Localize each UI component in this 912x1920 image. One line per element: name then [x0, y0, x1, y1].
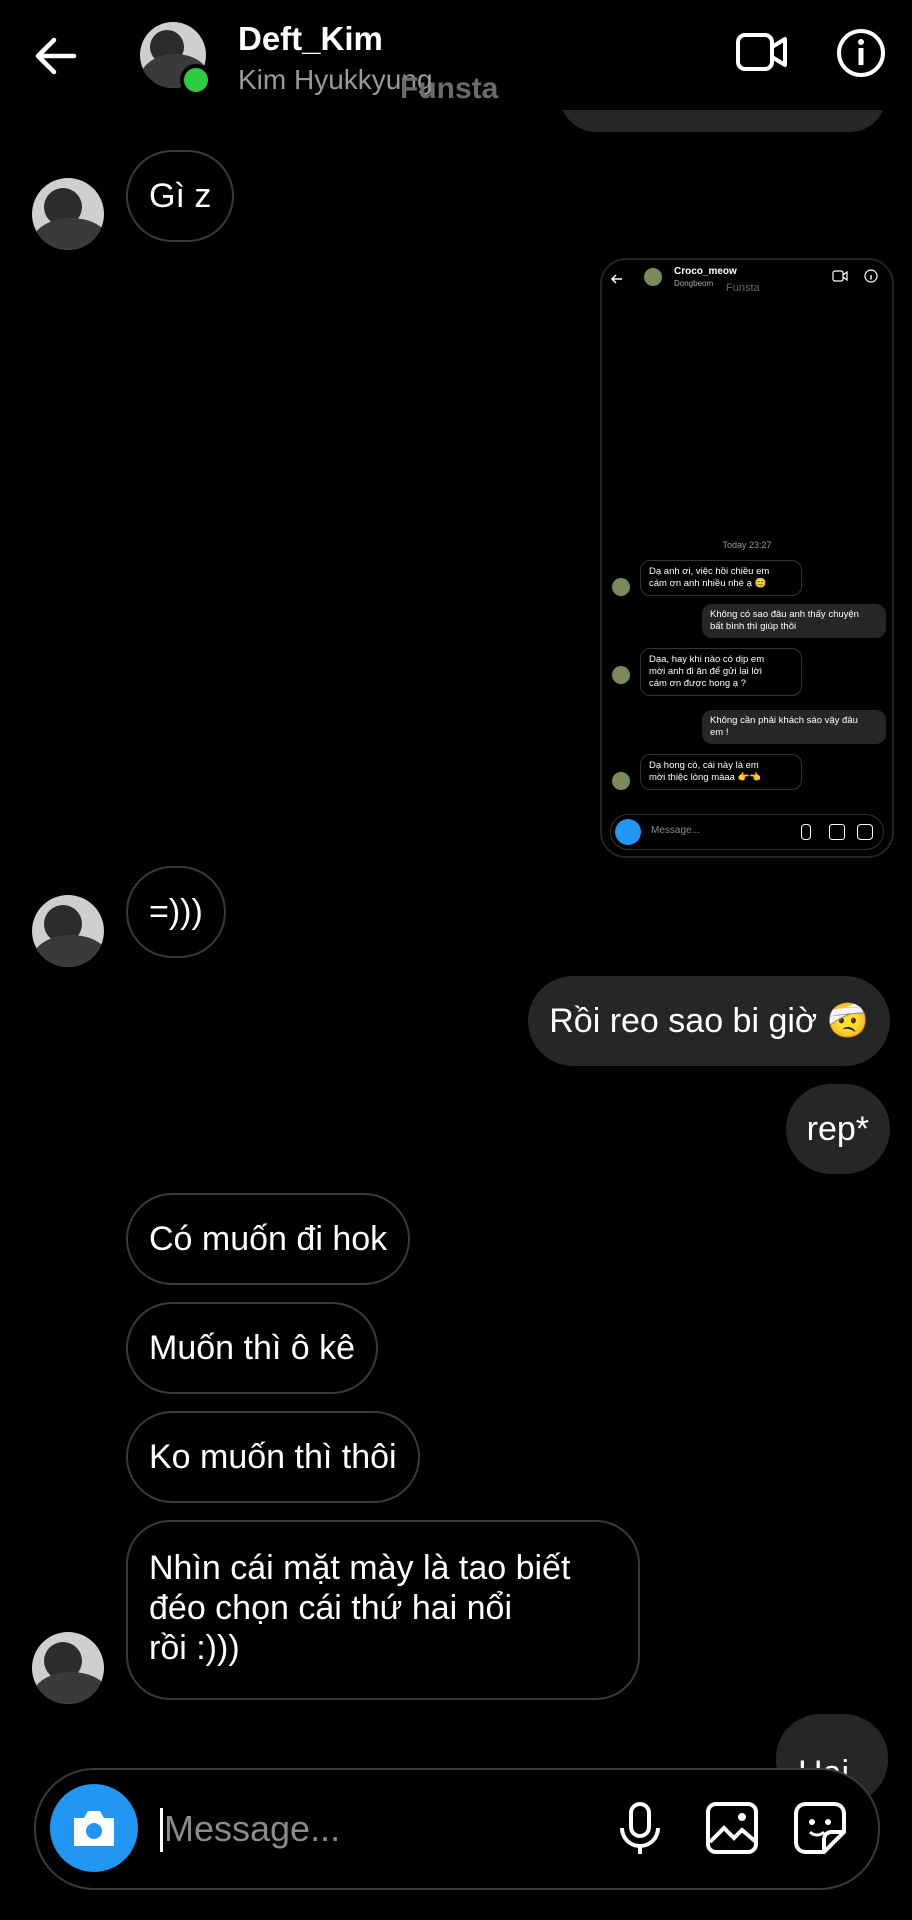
contact-name[interactable]: Deft_Kim — [238, 20, 383, 58]
message-line: đéo chọn cái thứ hai nổi — [149, 1589, 513, 1627]
message-line: rồi :))) — [149, 1629, 240, 1667]
message-bubble[interactable]: rep* — [785, 1084, 890, 1174]
message-bubble[interactable]: Muốn thì ô kê — [126, 1302, 379, 1394]
contact-name: Croco_meow — [674, 266, 737, 277]
message-input: Message... — [651, 825, 700, 836]
mini-message-line: cám ơn anh nhiều nhé ạ 😊 — [649, 578, 767, 589]
contact-avatar — [644, 268, 662, 286]
composer-bar: Message... — [34, 1768, 880, 1890]
mini-message-line: Dạa, hay khi nào có dịp em — [649, 654, 765, 665]
message-input[interactable]: Message... — [164, 1808, 340, 1850]
mini-sender-avatar — [612, 772, 630, 790]
message-bubble[interactable]: =))) — [126, 866, 226, 958]
camera-button[interactable] — [50, 1784, 138, 1872]
overlay-watermark: Funsta — [726, 282, 760, 294]
mini-message-bubble: Dạ hong có, cái này là em mời thiệc lòng … — [640, 754, 802, 790]
mini-message-bubble: Không có sao đâu anh thấy chuyện bất bình… — [702, 604, 886, 638]
mini-message-bubble: Dạa, hay khi nào có dịp em mời anh đi ăn … — [640, 648, 802, 696]
back-arrow-icon[interactable] — [30, 30, 82, 82]
online-status-dot — [180, 64, 212, 96]
shared-screenshot[interactable]: Croco_meow Dongbeom Funsta Today 23:27 D… — [600, 258, 894, 858]
composer-bar: Message... — [610, 814, 884, 850]
mini-message-line: em ! — [710, 727, 729, 738]
mini-message-bubble: Dạ anh ơi, việc hồi chiều em cám ơn anh n… — [640, 560, 802, 596]
message-bubble[interactable]: Có muốn đi hok — [126, 1193, 411, 1285]
message-line: Nhìn cái mặt mày là tao biết — [149, 1549, 571, 1587]
message-bubble[interactable]: Ko muốn thì thôi — [126, 1411, 420, 1503]
mini-sender-avatar — [612, 666, 630, 684]
video-call-icon[interactable] — [735, 30, 789, 74]
mic-icon — [801, 824, 811, 840]
sender-avatar — [32, 1632, 104, 1704]
info-icon — [864, 269, 878, 283]
mini-message-line: bất bình thì giúp thôi — [710, 621, 797, 632]
mini-message-bubble: Không cần phải khách sáo vậy đâu em ! — [702, 710, 886, 744]
mini-message-line: mời anh đi ăn để gửi lại lời — [649, 666, 762, 677]
mini-sender-avatar — [612, 578, 630, 596]
back-arrow-icon — [610, 274, 622, 284]
overlay-watermark: Funsta — [400, 72, 499, 105]
chat-header: Deft_Kim Kim Hyukkyung Funsta — [0, 0, 912, 110]
sender-avatar — [32, 895, 104, 967]
gallery-icon[interactable] — [704, 1800, 760, 1856]
mini-message-line: Dạ anh ơi, việc hồi chiều em — [649, 566, 770, 577]
mini-message-line: Không cần phải khách sáo vậy đâu — [710, 715, 858, 726]
camera-icon — [74, 1811, 114, 1846]
message-bubble-multiline[interactable]: Nhìn cái mặt mày là tao biết đéo chọn cá… — [126, 1520, 640, 1700]
mini-message-line: Dạ hong có, cái này là em — [649, 760, 759, 771]
message-bubble[interactable]: Gì z — [126, 150, 235, 242]
microphone-icon[interactable] — [612, 1800, 668, 1856]
mini-message-line: mời thiệc lòng màaa 👉👈 — [649, 772, 762, 783]
gallery-icon — [829, 824, 845, 840]
timestamp: Today 23:27 — [722, 540, 772, 550]
message-bubble[interactable]: Rồi reo sao bi giờ 🤕 — [528, 976, 890, 1066]
sticker-icon[interactable] — [792, 1800, 848, 1856]
contact-username: Dongbeom — [674, 279, 714, 288]
text-caret — [160, 1808, 163, 1852]
mini-message-line: Không có sao đâu anh thấy chuyện — [710, 609, 859, 620]
camera-button — [615, 819, 641, 845]
sticker-icon — [857, 824, 873, 840]
sender-avatar — [32, 178, 104, 250]
mini-message-line: cám ơn được hong ạ ? — [649, 678, 746, 689]
video-call-icon — [832, 270, 848, 282]
info-icon[interactable] — [836, 28, 886, 78]
